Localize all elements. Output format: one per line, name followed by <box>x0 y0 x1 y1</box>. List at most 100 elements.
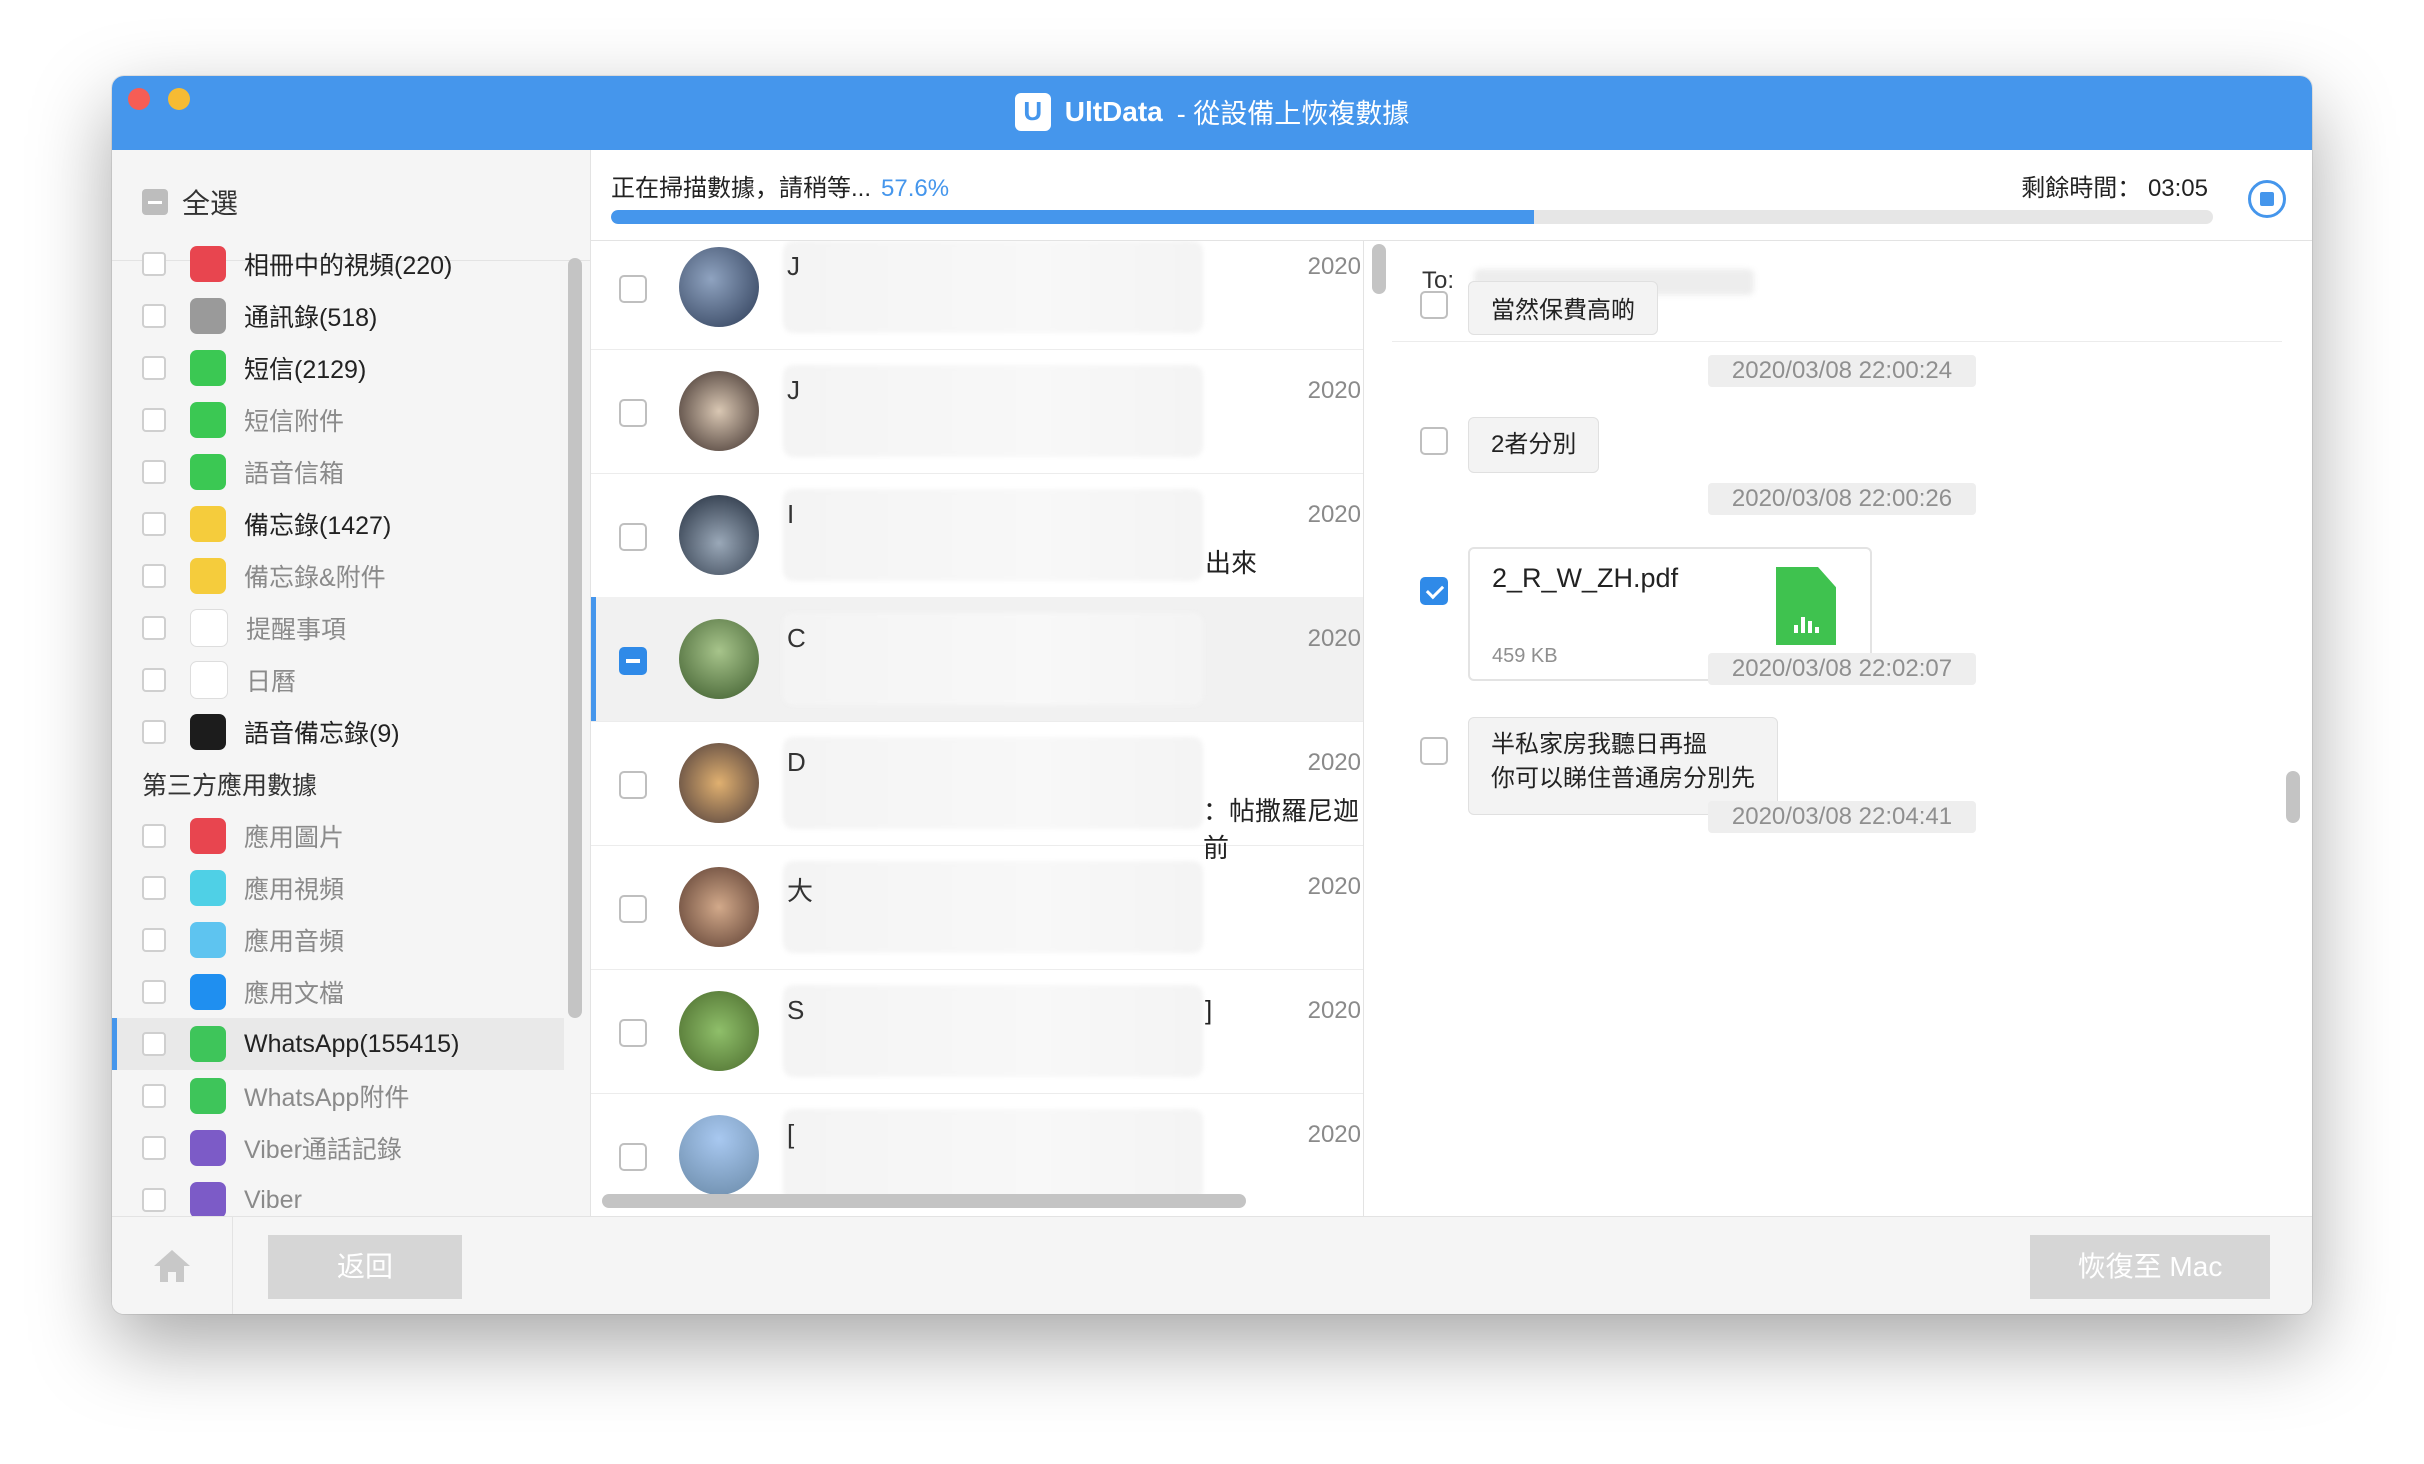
contact-avatar <box>679 991 759 1071</box>
sidebar-item-checkbox[interactable] <box>142 1188 166 1212</box>
file-name: 2_R_W_ZH.pdf <box>1492 563 1679 593</box>
sidebar-item[interactable]: 應用文檔 <box>112 966 564 1018</box>
sidebar-item[interactable]: 提醒事項 <box>112 602 564 654</box>
chat-checkbox[interactable] <box>619 1019 647 1047</box>
sidebar-item-checkbox[interactable] <box>142 1084 166 1108</box>
progress-bar <box>611 210 2213 224</box>
sidebar-item[interactable]: 備忘錄(1427) <box>112 498 564 550</box>
sidebar-item[interactable]: 相冊中的視頻(220) <box>112 238 564 290</box>
sidebar-item-checkbox[interactable] <box>142 980 166 1004</box>
chat-row[interactable]: D 2020 ：帖撒羅尼迦前 <box>591 721 1363 863</box>
redacted-chat-preview <box>783 985 1203 1077</box>
select-all-checkbox[interactable]: 全選 <box>142 182 238 222</box>
chat-date: 2020 <box>1307 625 1361 652</box>
chat-list-vertical-scrollbar[interactable] <box>1372 244 1386 294</box>
redacted-chat-preview <box>783 861 1203 953</box>
sidebar-item-label: 短信(2129) <box>244 356 367 384</box>
redacted-chat-preview <box>783 1109 1203 1201</box>
whatsapp-attachment-icon <box>190 1078 226 1114</box>
sidebar-item[interactable]: 短信附件 <box>112 394 564 446</box>
chat-checkbox[interactable] <box>619 1143 647 1171</box>
sidebar-item-checkbox[interactable] <box>142 1136 166 1160</box>
message-scrollbar[interactable] <box>2286 771 2300 823</box>
sidebar-scrollbar[interactable] <box>568 258 582 1018</box>
sidebar-item-checkbox[interactable] <box>142 928 166 952</box>
sidebar-item[interactable]: 備忘錄&附件 <box>112 550 564 602</box>
chat-date: 2020 <box>1307 997 1361 1024</box>
redacted-chat-preview <box>783 241 1203 333</box>
sidebar-item-checkbox[interactable] <box>142 876 166 900</box>
chat-checkbox[interactable] <box>619 523 647 551</box>
sidebar-item-checkbox[interactable] <box>142 356 166 380</box>
chat-row[interactable]: S 2020] <box>591 969 1363 1094</box>
viber-call-icon <box>190 1130 226 1166</box>
select-all-label: 全選 <box>182 188 239 219</box>
file-size: 459 KB <box>1492 645 1558 667</box>
sidebar-item-checkbox[interactable] <box>142 252 166 276</box>
message-checkbox[interactable] <box>1420 427 1448 455</box>
third-party-heading: 第三方應用數據 <box>142 772 318 800</box>
stop-scan-button[interactable] <box>2248 180 2286 218</box>
chat-date: 2020 <box>1307 501 1361 528</box>
chat-name-initial: C <box>787 623 806 653</box>
sidebar-item-label: 應用音頻 <box>244 928 345 956</box>
chat-row[interactable]: J 2020 <box>591 349 1363 474</box>
sidebar-item-checkbox[interactable] <box>142 668 166 692</box>
sidebar-item-checkbox[interactable] <box>142 720 166 744</box>
recover-to-mac-button[interactable]: 恢復至 Mac <box>2030 1235 2270 1299</box>
sidebar-item-checkbox[interactable] <box>142 304 166 328</box>
sidebar-item[interactable]: 通訊錄(518) <box>112 290 564 342</box>
sidebar-item-checkbox[interactable] <box>142 408 166 432</box>
chat-checkbox[interactable] <box>619 895 647 923</box>
chat-name-initial: 大 <box>787 876 814 906</box>
chat-row[interactable]: J 2020 <box>591 241 1363 350</box>
sidebar-item[interactable]: 日曆 <box>112 654 564 706</box>
sidebar-item[interactable]: 應用音頻 <box>112 914 564 966</box>
chat-name-initial: I <box>787 499 795 529</box>
sidebar-item[interactable]: Viber通話記錄 <box>112 1122 564 1174</box>
message-checkbox-checked[interactable] <box>1420 577 1448 605</box>
whatsapp-icon <box>190 1026 226 1062</box>
chat-row[interactable]: I 2020 出來 <box>591 473 1363 598</box>
sidebar-item[interactable]: 應用視頻 <box>112 862 564 914</box>
sidebar-item[interactable]: 短信(2129) <box>112 342 564 394</box>
sidebar-item[interactable]: WhatsApp(155415) <box>112 1018 564 1070</box>
remaining-label: 剩餘時間： <box>2021 175 2142 202</box>
chat-checkbox[interactable] <box>619 399 647 427</box>
sidebar-item-checkbox[interactable] <box>142 824 166 848</box>
sidebar-item-checkbox[interactable] <box>142 564 166 588</box>
spreadsheet-file-icon <box>1776 567 1836 645</box>
sidebar-item-checkbox[interactable] <box>142 512 166 536</box>
chat-row[interactable]: C 2020 <box>591 597 1363 722</box>
sidebar-item[interactable]: WhatsApp附件 <box>112 1070 564 1122</box>
sidebar-item-label: WhatsApp附件 <box>244 1084 410 1112</box>
app-videos-icon <box>190 870 226 906</box>
chat-list-horizontal-scrollbar[interactable] <box>602 1194 1246 1208</box>
back-button[interactable]: 返回 <box>268 1235 462 1299</box>
message-checkbox[interactable] <box>1420 291 1448 319</box>
sidebar-item-checkbox[interactable] <box>142 460 166 484</box>
sidebar-item-checkbox[interactable] <box>142 616 166 640</box>
message-panel: To: 當然保費高啲 2020/03/08 22:00:24 2者分別 2020… <box>1392 241 2312 1216</box>
sidebar-item[interactable]: 應用圖片 <box>112 810 564 862</box>
message-timestamp: 2020/03/08 22:00:26 <box>1708 483 1976 515</box>
remaining-value: 03:05 <box>2147 175 2208 202</box>
chat-date: 2020 <box>1307 253 1361 280</box>
chat-checkbox[interactable] <box>619 647 647 675</box>
sidebar-item-checkbox[interactable] <box>142 1032 166 1056</box>
chat-checkbox[interactable] <box>619 275 647 303</box>
sidebar-item[interactable]: 語音備忘錄(9) <box>112 706 564 758</box>
home-button[interactable] <box>112 1217 233 1314</box>
sidebar-item[interactable]: Viber <box>112 1174 564 1216</box>
chat-date: 2020 <box>1307 873 1361 900</box>
message-text: 2者分別 <box>1491 431 1577 458</box>
sidebar-item-label: 應用文檔 <box>244 980 345 1008</box>
chat-row[interactable]: 大 2020 <box>591 845 1363 970</box>
chat-checkbox[interactable] <box>619 771 647 799</box>
sidebar-item[interactable]: 語音信箱 <box>112 446 564 498</box>
select-all-partial-checkbox-icon[interactable] <box>142 189 168 215</box>
home-icon <box>154 1250 190 1282</box>
message-checkbox[interactable] <box>1420 737 1448 765</box>
video-album-icon <box>190 246 226 282</box>
sidebar-item-label: 提醒事項 <box>246 616 347 644</box>
